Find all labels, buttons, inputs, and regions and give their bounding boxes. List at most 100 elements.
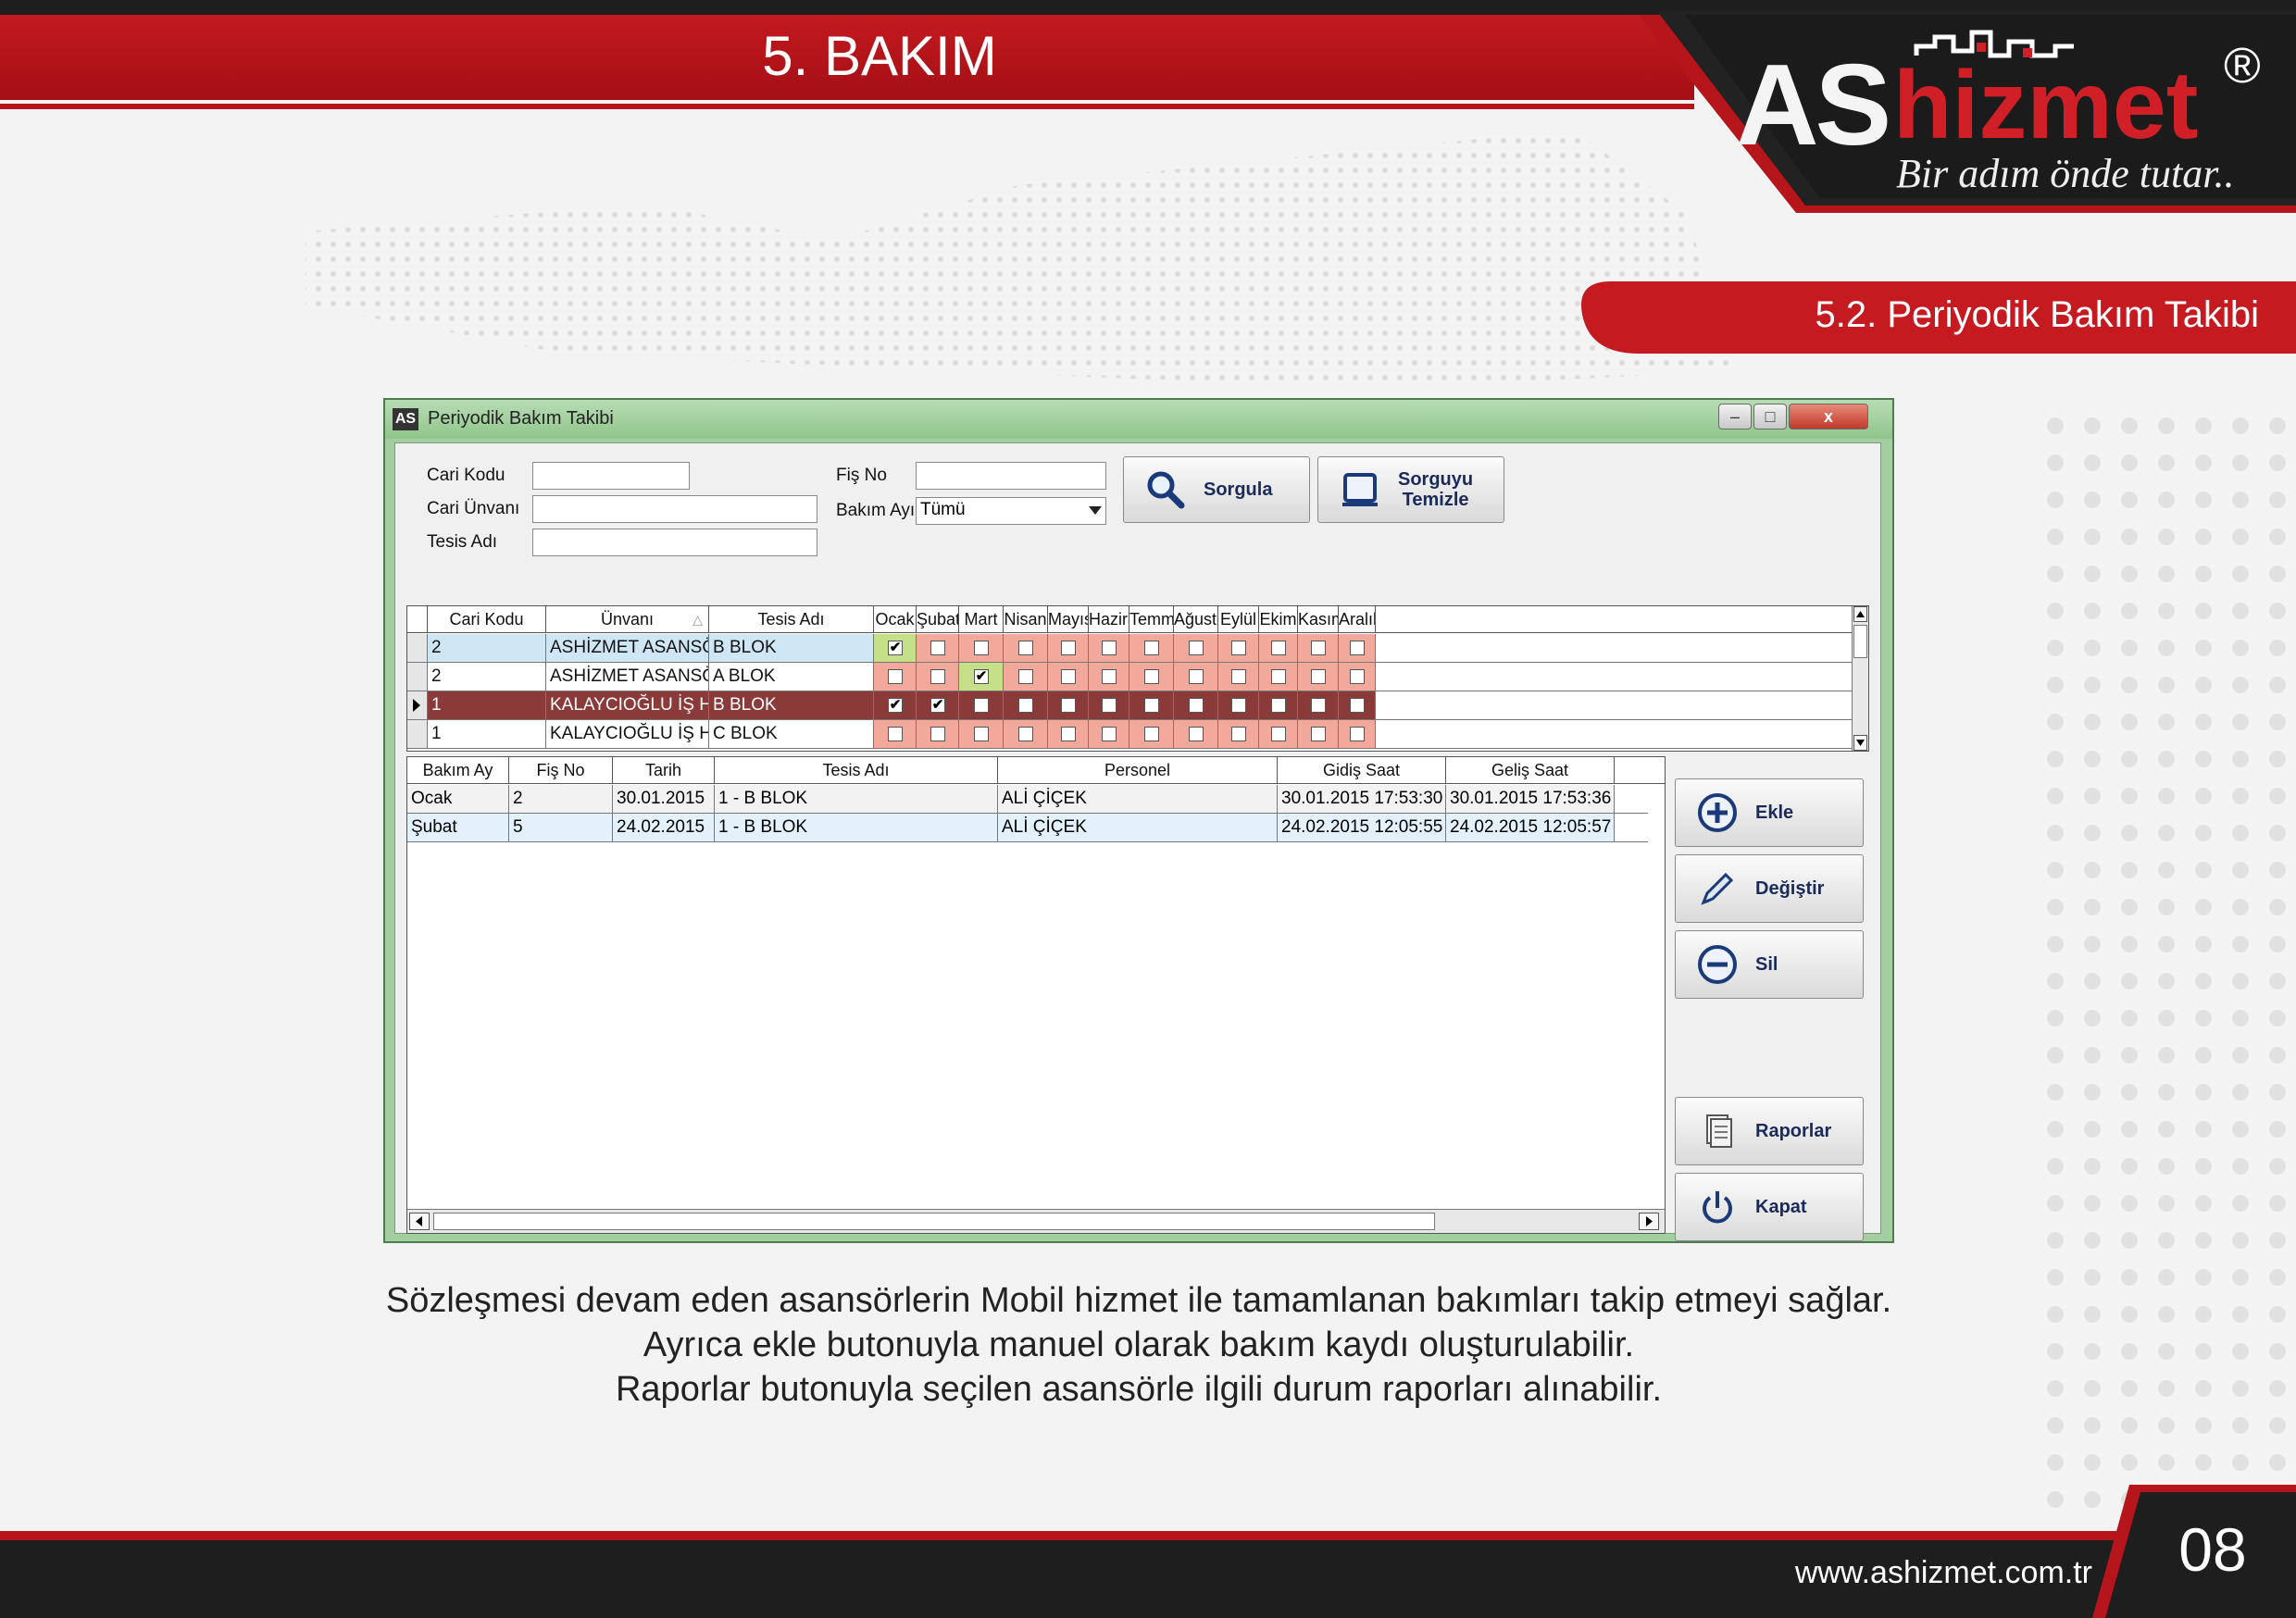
month-checkbox[interactable]: [1189, 727, 1204, 741]
cell-bakim-ay[interactable]: Ocak: [407, 785, 509, 813]
kapat-button[interactable]: Kapat: [1675, 1173, 1864, 1241]
month-checkbox[interactable]: [1271, 641, 1286, 655]
ekle-button[interactable]: Ekle: [1675, 778, 1864, 847]
column-header[interactable]: Haziran: [1089, 606, 1129, 633]
cell-tesis-adi[interactable]: C BLOK: [709, 720, 874, 748]
cell-gelis-saat[interactable]: 30.01.2015 17:53:36: [1446, 785, 1615, 813]
cell-tesis-adi[interactable]: B BLOK: [709, 691, 874, 719]
month-checkbox[interactable]: [974, 727, 989, 741]
month-checkbox[interactable]: [1189, 641, 1204, 655]
scroll-right-arrow-icon[interactable]: [1639, 1213, 1659, 1230]
month-checkbox[interactable]: [1018, 641, 1033, 655]
month-checkbox[interactable]: [1231, 727, 1246, 741]
column-header[interactable]: Tesis Adı: [709, 606, 874, 633]
cell-tesis-adi[interactable]: 1 - B BLOK: [715, 785, 998, 813]
degistir-button[interactable]: Değiştir: [1675, 854, 1864, 923]
month-cell[interactable]: [917, 663, 959, 691]
cell-unvani[interactable]: ASHİZMET ASANSÖR: [546, 634, 709, 662]
month-cell[interactable]: [1048, 691, 1089, 719]
cell-cari-kodu[interactable]: 1: [428, 691, 546, 719]
cell-unvani[interactable]: KALAYCIOĞLU İŞ HANI: [546, 691, 709, 719]
column-header[interactable]: Temmuz: [1129, 606, 1174, 633]
month-cell[interactable]: [1174, 691, 1218, 719]
month-checkbox[interactable]: [1350, 727, 1365, 741]
month-cell[interactable]: [1339, 663, 1376, 691]
scroll-up-arrow-icon[interactable]: [1853, 606, 1867, 622]
month-cell[interactable]: [1004, 720, 1048, 748]
month-cell[interactable]: [959, 720, 1004, 748]
month-checkbox[interactable]: [1061, 641, 1076, 655]
month-checkbox[interactable]: ✔: [888, 641, 903, 655]
month-cell[interactable]: [1089, 634, 1129, 662]
month-cell[interactable]: [917, 720, 959, 748]
month-cell[interactable]: [1218, 663, 1259, 691]
month-checkbox[interactable]: [1061, 698, 1076, 713]
month-checkbox[interactable]: [1144, 641, 1159, 655]
facility-row[interactable]: 2ASHİZMET ASANSÖRA BLOK ✔: [407, 663, 1853, 691]
cell-fis-no[interactable]: 5: [509, 814, 613, 841]
cell-bakim-ay[interactable]: Şubat: [407, 814, 509, 841]
month-cell[interactable]: [959, 691, 1004, 719]
month-checkbox[interactable]: [888, 669, 903, 684]
close-button[interactable]: x: [1789, 404, 1868, 429]
month-checkbox[interactable]: [1311, 727, 1326, 741]
cell-tarih[interactable]: 24.02.2015: [613, 814, 715, 841]
column-header[interactable]: Gidiş Saat: [1278, 757, 1446, 784]
row-selector[interactable]: [407, 720, 428, 748]
month-cell[interactable]: [1089, 691, 1129, 719]
month-cell[interactable]: [1259, 691, 1298, 719]
month-checkbox[interactable]: [1311, 641, 1326, 655]
month-cell[interactable]: [917, 634, 959, 662]
month-cell[interactable]: [1339, 634, 1376, 662]
month-cell[interactable]: [1129, 720, 1174, 748]
month-cell[interactable]: [1298, 720, 1339, 748]
month-checkbox[interactable]: [1144, 698, 1159, 713]
month-cell[interactable]: [1298, 691, 1339, 719]
bakim-ayi-select[interactable]: Tümü: [916, 497, 1106, 525]
month-cell[interactable]: ✔: [959, 663, 1004, 691]
month-cell[interactable]: [1174, 634, 1218, 662]
cari-kodu-input[interactable]: [532, 462, 690, 490]
cell-cari-kodu[interactable]: 1: [428, 720, 546, 748]
month-cell[interactable]: [874, 663, 917, 691]
fis-no-input[interactable]: [916, 462, 1106, 490]
month-checkbox[interactable]: [1350, 698, 1365, 713]
cell-gidis-saat[interactable]: 30.01.2015 17:53:30: [1278, 785, 1446, 813]
cari-unvani-input[interactable]: [532, 495, 817, 523]
raporlar-button[interactable]: Raporlar: [1675, 1097, 1864, 1165]
cell-gidis-saat[interactable]: 24.02.2015 12:05:55: [1278, 814, 1446, 841]
cell-personel[interactable]: ALİ ÇİÇEK: [998, 814, 1278, 841]
month-cell[interactable]: ✔: [874, 634, 917, 662]
cell-fis-no[interactable]: 2: [509, 785, 613, 813]
month-cell[interactable]: [1259, 663, 1298, 691]
month-checkbox[interactable]: [888, 727, 903, 741]
cell-cari-kodu[interactable]: 2: [428, 663, 546, 691]
month-cell[interactable]: [1218, 634, 1259, 662]
month-checkbox[interactable]: [1018, 698, 1033, 713]
month-cell[interactable]: [1129, 634, 1174, 662]
cell-tesis-adi[interactable]: A BLOK: [709, 663, 874, 691]
month-checkbox[interactable]: [1231, 641, 1246, 655]
column-header[interactable]: Cari Kodu: [428, 606, 546, 633]
month-cell[interactable]: [1339, 691, 1376, 719]
column-header[interactable]: Eylül: [1218, 606, 1259, 633]
records-grid-hscroll[interactable]: [407, 1209, 1665, 1233]
maintenance-record-row[interactable]: Şubat 5 24.02.2015 1 - B BLOK ALİ ÇİÇEK 24.02…: [407, 814, 1648, 842]
month-checkbox[interactable]: [1102, 669, 1117, 684]
row-selector[interactable]: [407, 691, 428, 719]
sorgula-button[interactable]: Sorgula: [1123, 456, 1310, 523]
facility-grid-vscroll[interactable]: [1852, 606, 1868, 751]
month-cell[interactable]: [1004, 663, 1048, 691]
column-header[interactable]: Tarih: [613, 757, 715, 784]
month-cell[interactable]: [1004, 634, 1048, 662]
month-checkbox[interactable]: [1350, 641, 1365, 655]
facility-row[interactable]: 2ASHİZMET ASANSÖRB BLOK ✔: [407, 634, 1853, 663]
month-cell[interactable]: [1339, 720, 1376, 748]
month-cell[interactable]: ✔: [874, 691, 917, 719]
month-checkbox[interactable]: [930, 641, 945, 655]
month-checkbox[interactable]: [1102, 641, 1117, 655]
month-cell[interactable]: [1129, 691, 1174, 719]
month-cell[interactable]: [1048, 634, 1089, 662]
column-header[interactable]: Şubat: [917, 606, 959, 633]
row-selector[interactable]: [407, 634, 428, 662]
